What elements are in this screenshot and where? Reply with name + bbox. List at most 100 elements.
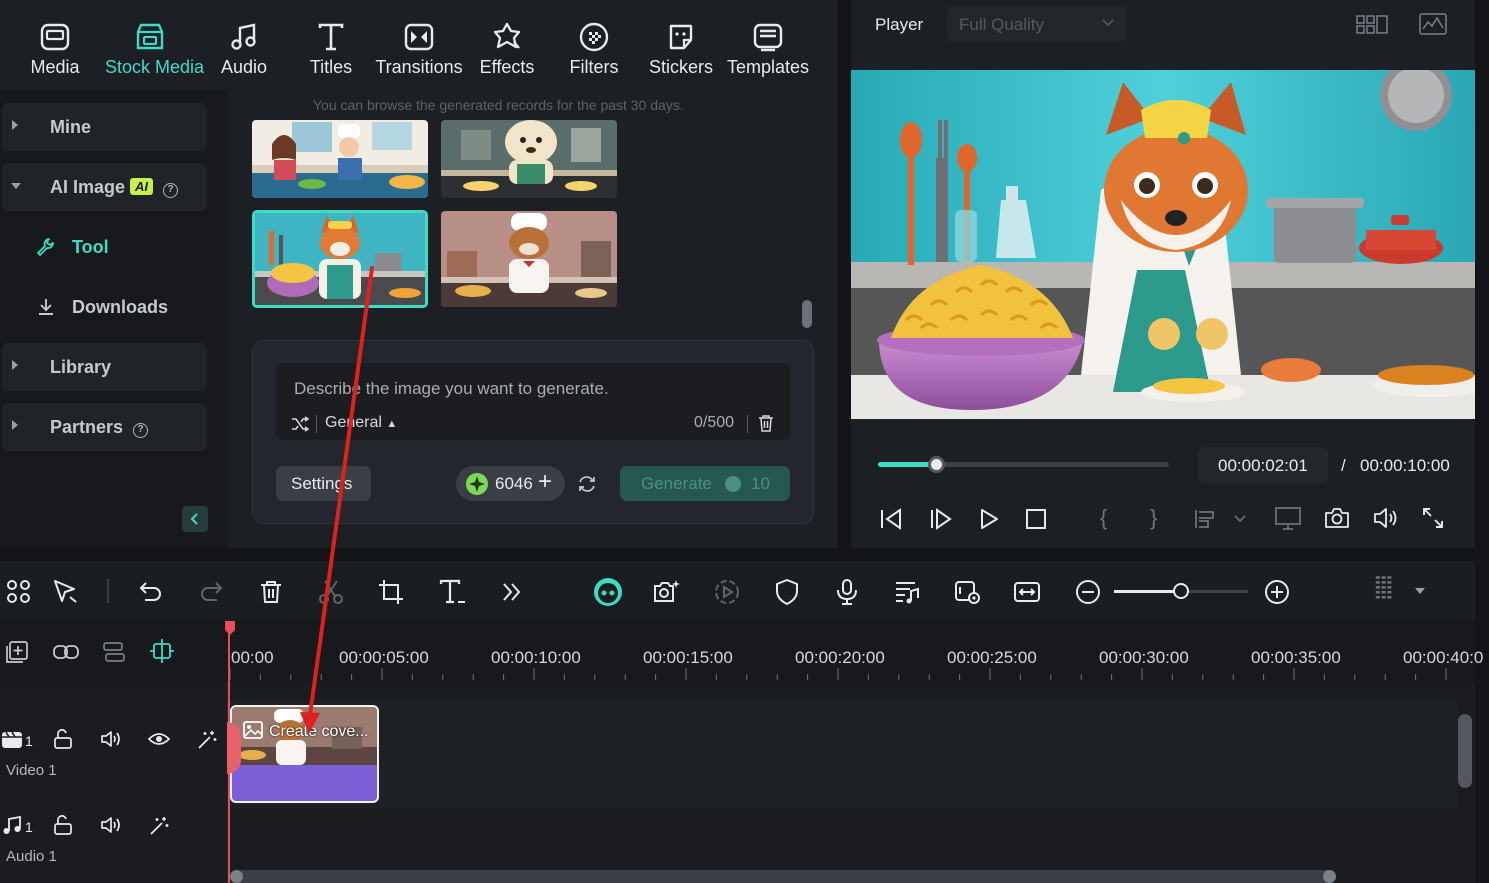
sidebar-item-tool[interactable]: Tool <box>2 223 207 271</box>
nav-stock-media[interactable]: Stock Media <box>105 20 204 78</box>
text-icon[interactable] <box>438 578 466 606</box>
audio-edit-icon[interactable] <box>893 578 921 606</box>
visibility-eye-icon[interactable] <box>148 731 170 747</box>
nav-label: Templates <box>726 57 810 77</box>
link-icon[interactable] <box>52 642 80 662</box>
help-icon[interactable]: ? <box>163 183 179 198</box>
scroll-handle-left[interactable] <box>230 870 243 883</box>
nav-effects[interactable]: Effects <box>462 20 552 78</box>
nav-templates[interactable]: Templates <box>723 20 813 78</box>
auto-reframe-icon[interactable] <box>713 578 741 606</box>
zoom-in-icon[interactable] <box>1263 578 1291 606</box>
track-height-icon[interactable] <box>1370 575 1398 603</box>
sidebar-label: Tool <box>72 237 109 257</box>
sidebar-item-library[interactable]: Library <box>2 343 207 391</box>
trash-icon[interactable] <box>758 414 774 432</box>
ai-effect-wand-icon[interactable] <box>148 815 170 837</box>
unlock-icon[interactable] <box>53 729 73 749</box>
add-track-icon[interactable] <box>5 640 29 664</box>
zoom-out-icon[interactable] <box>1074 578 1102 606</box>
playback-progress-track[interactable] <box>878 456 1169 473</box>
timeline-ruler[interactable]: 00:00 00:00:05:00 00:00:10:00 00:00:15:00 00… <box>0 622 1483 682</box>
delete-icon[interactable] <box>257 578 285 606</box>
layout-icon[interactable] <box>5 578 33 606</box>
prompt-input[interactable]: Describe the image you want to generate.… <box>276 363 790 440</box>
previous-frame-icon[interactable] <box>878 507 904 531</box>
video-preview[interactable] <box>851 70 1475 419</box>
ai-camera-icon[interactable] <box>653 578 681 606</box>
shield-icon[interactable] <box>773 578 801 606</box>
video-clip[interactable]: Create cove... <box>230 705 379 803</box>
magnetic-snap-icon[interactable] <box>149 638 175 664</box>
horizontal-scrollbar[interactable] <box>230 870 1336 883</box>
ai-copilot-icon[interactable] <box>592 576 624 608</box>
nav-audio[interactable]: Audio <box>199 20 289 78</box>
undo-icon[interactable] <box>137 578 165 606</box>
generated-image-thumbnail[interactable] <box>441 120 617 198</box>
add-credits-icon[interactable]: + <box>538 468 552 496</box>
zoom-slider[interactable] <box>1114 583 1248 599</box>
nav-titles[interactable]: Titles <box>286 20 376 78</box>
quality-dropdown[interactable]: Full Quality <box>947 6 1126 42</box>
unlock-icon[interactable] <box>53 815 73 835</box>
layout-grid-icon[interactable] <box>1356 14 1388 36</box>
speed-ramp-icon[interactable] <box>953 578 981 606</box>
help-icon[interactable]: ? <box>133 423 149 438</box>
generated-image-thumbnail[interactable] <box>252 120 428 198</box>
microphone-icon[interactable] <box>833 578 861 606</box>
split-scissors-icon[interactable] <box>317 578 345 606</box>
generate-button[interactable]: Generate 10 <box>620 466 790 501</box>
track-volume-icon[interactable] <box>100 815 122 835</box>
crop-icon[interactable] <box>377 578 405 606</box>
current-time-field[interactable]: 00:00:02:01 <box>1198 447 1328 483</box>
next-frame-icon[interactable] <box>928 507 954 531</box>
settings-button[interactable]: Settings <box>276 466 371 501</box>
credits-button[interactable]: 6046 + <box>456 466 565 501</box>
chevron-down-icon <box>1102 19 1114 27</box>
play-icon[interactable] <box>977 507 1001 531</box>
nav-filters[interactable]: Filters <box>549 20 639 78</box>
nav-media[interactable]: Media <box>10 20 100 78</box>
scrollbar-thumb[interactable] <box>802 300 812 328</box>
sidebar-item-partners[interactable]: Partners? <box>2 403 207 451</box>
collapse-sidebar-button[interactable] <box>182 506 208 532</box>
caret-down-icon[interactable] <box>1414 587 1426 595</box>
zoom-slider-handle[interactable] <box>1173 583 1189 599</box>
scroll-handle-right[interactable] <box>1323 870 1336 883</box>
nav-transitions[interactable]: Transitions <box>374 20 464 78</box>
snapshot-camera-icon[interactable] <box>1324 506 1350 530</box>
refresh-icon[interactable] <box>577 474 597 494</box>
sidebar-label: Downloads <box>72 297 169 317</box>
style-dropdown[interactable]: General ▲ <box>325 414 397 432</box>
track-manager-icon[interactable] <box>101 640 127 664</box>
ai-effect-wand-icon[interactable] <box>196 729 218 751</box>
char-counter: 0/500 <box>694 414 735 431</box>
shuffle-icon[interactable] <box>291 416 309 432</box>
chevron-down-icon[interactable] <box>1233 514 1247 524</box>
scopes-icon[interactable] <box>1419 13 1447 35</box>
playhead-grip[interactable] <box>227 722 241 774</box>
nav-stickers[interactable]: Stickers <box>636 20 726 78</box>
playhead-marker-icon[interactable] <box>224 620 236 636</box>
mark-out-icon[interactable]: } <box>1150 505 1157 531</box>
audio-track-name: Audio 1 <box>6 848 57 865</box>
generated-image-thumbnail[interactable] <box>441 211 617 307</box>
video-track-lane[interactable] <box>228 700 1458 808</box>
fit-width-icon[interactable] <box>1013 578 1041 606</box>
sidebar-item-downloads[interactable]: Downloads <box>2 283 207 331</box>
sidebar-item-ai-image[interactable]: AI Image AI? <box>2 163 207 211</box>
redo-icon[interactable] <box>197 578 225 606</box>
track-volume-icon[interactable] <box>100 729 122 749</box>
vertical-scrollbar[interactable] <box>1458 714 1472 788</box>
stop-icon[interactable] <box>1025 508 1047 530</box>
marker-icon[interactable] <box>1193 507 1217 531</box>
sidebar-item-mine[interactable]: Mine <box>2 103 207 151</box>
mark-in-icon[interactable]: { <box>1100 505 1107 531</box>
selected-image-thumbnail[interactable] <box>252 210 428 308</box>
nav-label: Stickers <box>648 57 713 77</box>
fullscreen-icon[interactable] <box>1422 507 1444 529</box>
select-pointer-icon[interactable] <box>52 578 80 606</box>
display-icon[interactable] <box>1274 506 1302 532</box>
more-tools-icon[interactable] <box>498 578 526 606</box>
volume-icon[interactable] <box>1372 506 1400 530</box>
